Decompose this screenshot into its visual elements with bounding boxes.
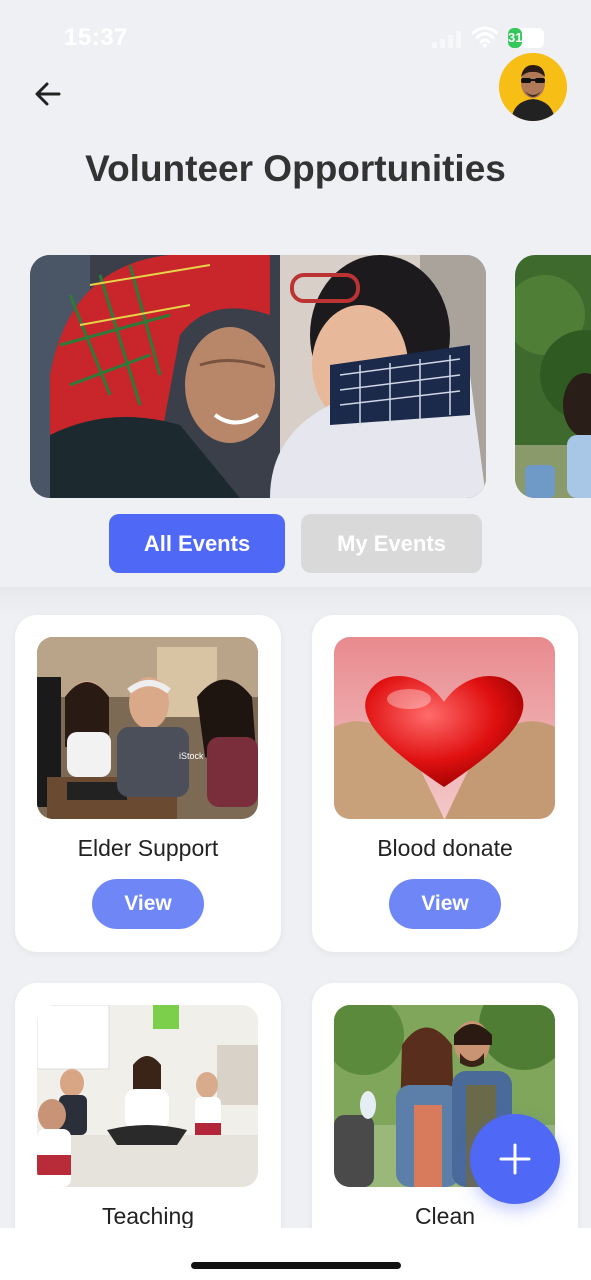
event-image xyxy=(37,1005,258,1187)
view-button[interactable]: View xyxy=(92,879,204,929)
wifi-icon xyxy=(472,26,498,48)
banner-image[interactable] xyxy=(30,255,486,498)
section-divider xyxy=(0,587,591,617)
arrow-left-icon xyxy=(35,82,61,106)
page-title: Volunteer Opportunities xyxy=(85,148,506,189)
banner-photo xyxy=(30,255,486,498)
banner-image-next[interactable] xyxy=(515,255,591,498)
battery-icon: 31 xyxy=(508,28,544,48)
add-event-button[interactable] xyxy=(470,1114,560,1204)
signal-icon xyxy=(432,30,462,48)
event-title: Elder Support xyxy=(77,835,219,861)
event-title: Blood donate xyxy=(377,835,513,861)
home-indicator[interactable] xyxy=(191,1262,401,1269)
battery-level: 31 xyxy=(508,28,522,48)
view-button[interactable]: View xyxy=(389,879,501,929)
banner-photo-next xyxy=(515,255,591,498)
status-time: 15:37 xyxy=(64,24,128,51)
status-bar: 15:37 31 xyxy=(0,0,591,78)
home-bar-area xyxy=(0,1228,591,1280)
event-title: Teaching xyxy=(101,1203,195,1229)
avatar[interactable] xyxy=(499,53,567,121)
back-button[interactable] xyxy=(28,74,68,114)
event-image: iStock xyxy=(37,637,258,819)
svg-text:iStock: iStock xyxy=(179,751,204,761)
tab-my-events[interactable]: My Events xyxy=(301,514,482,573)
tab-all-events[interactable]: All Events xyxy=(109,514,285,573)
event-title: Clean xyxy=(414,1203,476,1229)
event-card-blood-donate[interactable]: Blood donate View xyxy=(312,615,578,952)
plus-icon xyxy=(499,1143,531,1175)
event-image xyxy=(334,637,555,819)
event-card-elder-support[interactable]: iStock Elder Support View xyxy=(15,615,281,952)
user-avatar-icon xyxy=(499,53,567,121)
